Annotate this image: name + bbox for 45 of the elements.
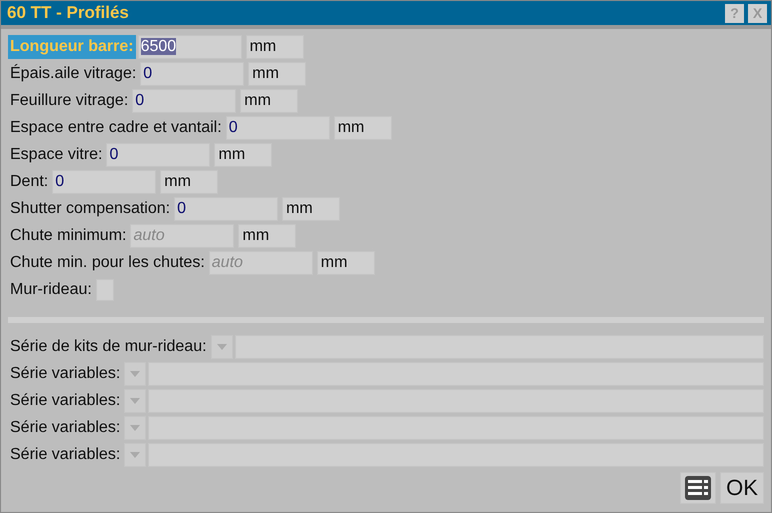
caret-icon bbox=[130, 370, 140, 376]
field-label: Dent: bbox=[9, 172, 50, 192]
input-field[interactable]: 0 bbox=[106, 142, 210, 166]
unit-label: mm bbox=[240, 88, 298, 112]
input-field[interactable]: 6500 bbox=[138, 34, 242, 58]
field-label: Longueur barre: bbox=[8, 34, 136, 58]
caret-icon bbox=[130, 424, 140, 430]
input-field[interactable]: 0 bbox=[226, 116, 330, 140]
field-label: Espace vitre: bbox=[9, 144, 104, 164]
field-label: Chute minimum: bbox=[9, 226, 128, 246]
ok-button[interactable]: OK bbox=[720, 472, 764, 504]
field-label: Série variables: bbox=[9, 418, 122, 438]
unit-label: mm bbox=[214, 142, 272, 166]
field-label: Mur-rideau: bbox=[9, 280, 93, 300]
caret-icon bbox=[130, 452, 140, 458]
caret-icon bbox=[216, 344, 227, 350]
field-label: Épais.aile vitrage: bbox=[9, 63, 138, 84]
field-label: Chute min. pour les chutes: bbox=[9, 252, 206, 272]
caret-icon bbox=[130, 398, 140, 404]
field-label: Série de kits de mur-rideau: bbox=[9, 336, 208, 356]
unit-label: mm bbox=[246, 34, 304, 58]
input-field[interactable]: 0 bbox=[132, 88, 236, 112]
dropdown-button[interactable] bbox=[124, 388, 146, 412]
list-icon bbox=[685, 476, 711, 500]
field-label: Espace entre cadre et vantail: bbox=[9, 118, 223, 138]
field-label: Série variables: bbox=[9, 444, 122, 464]
unit-label: mm bbox=[160, 170, 218, 194]
unit-label: mm bbox=[248, 62, 306, 86]
unit-label: mm bbox=[238, 224, 296, 248]
dropdown-button[interactable] bbox=[124, 362, 146, 386]
dropdown-button[interactable] bbox=[124, 416, 146, 440]
unit-label: mm bbox=[334, 116, 392, 140]
field-label: Shutter compensation: bbox=[9, 198, 172, 218]
field-label: Feuillure vitrage: bbox=[9, 90, 130, 110]
list-button[interactable] bbox=[680, 472, 716, 504]
unit-label: mm bbox=[282, 196, 340, 220]
input-field[interactable]: 0 bbox=[140, 62, 244, 86]
field-label: Série variables: bbox=[9, 364, 122, 384]
field-label: Série variables: bbox=[9, 390, 122, 410]
window-title: 60 TT - Profilés bbox=[7, 3, 129, 23]
unit-label: mm bbox=[316, 250, 375, 274]
dropdown-button[interactable] bbox=[210, 334, 233, 358]
input-field[interactable]: 0 bbox=[174, 196, 278, 220]
input-field[interactable]: 0 bbox=[52, 170, 156, 194]
dropdown-button[interactable] bbox=[124, 442, 146, 466]
